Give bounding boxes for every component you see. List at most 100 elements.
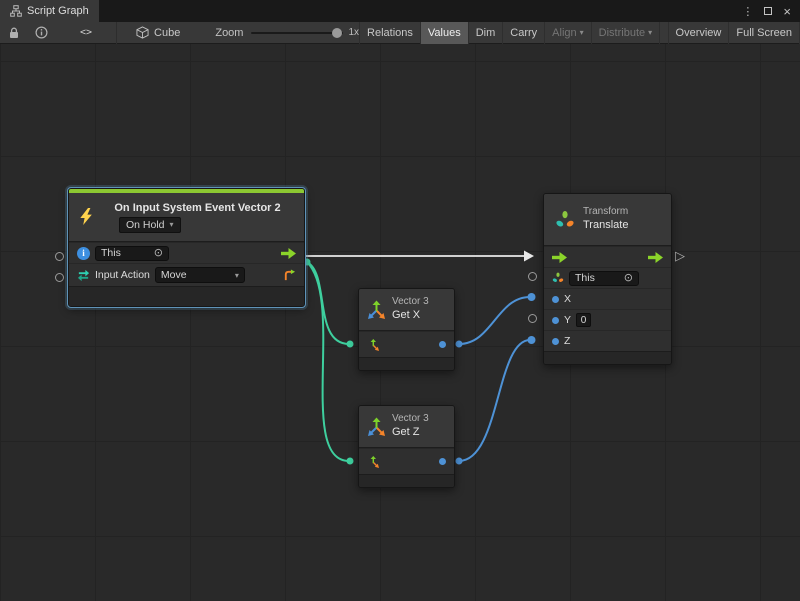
node-get-z[interactable]: Vector 3 Get Z <box>358 405 455 488</box>
relations-button[interactable]: Relations <box>359 22 420 44</box>
node-title: On Input System Event Vector 2 <box>99 202 296 214</box>
event-mode-value: On Hold <box>126 219 165 231</box>
translate-z-row: Z <box>544 330 671 351</box>
event-node-header: On Input System Event Vector 2 On Hold ▾ <box>69 193 304 242</box>
close-icon[interactable]: × <box>783 5 791 18</box>
target-picker-icon[interactable]: ⊙ <box>624 273 633 284</box>
x-port-label: X <box>564 293 571 305</box>
y-value-field[interactable]: 0 <box>576 313 591 327</box>
maximize-icon[interactable] <box>764 7 772 15</box>
node-on-input-system-event-vector2[interactable]: On Input System Event Vector 2 On Hold ▾… <box>68 188 305 307</box>
event-input-action-port[interactable] <box>55 273 64 282</box>
value-output-port[interactable] <box>439 458 446 465</box>
distribute-dropdown[interactable]: Distribute ▾ <box>591 22 660 44</box>
zoom-value: 1x <box>348 27 359 38</box>
node-title: Get Z <box>392 426 429 440</box>
getz-input-dot[interactable] <box>347 458 354 465</box>
node-footer <box>544 351 671 364</box>
zoom-slider[interactable] <box>251 22 343 44</box>
wire-flow-arrowhead <box>524 251 534 262</box>
this-label: This <box>575 272 595 284</box>
event-this-field[interactable]: This ⊙ <box>95 246 169 261</box>
chevron-down-icon: ▾ <box>170 220 174 229</box>
wire-getz-to-translate-z[interactable] <box>459 340 530 461</box>
align-dropdown[interactable]: Align ▾ <box>544 22 590 44</box>
event-mode-dropdown[interactable]: On Hold ▾ <box>119 217 181 233</box>
more-menu-icon[interactable]: ⋮ <box>742 5 753 18</box>
tab-script-graph[interactable]: Script Graph <box>0 0 99 22</box>
translate-z-port[interactable] <box>528 336 536 344</box>
fullscreen-button[interactable]: Full Screen <box>728 22 800 44</box>
flow-input-port-icon[interactable] <box>552 252 567 263</box>
cube-icon <box>136 26 149 39</box>
wire-vector2-to-getx[interactable] <box>307 262 349 344</box>
getx-header-text: Vector 3 Get X <box>392 296 429 322</box>
dim-button[interactable]: Dim <box>468 22 503 44</box>
tab-title: Script Graph <box>27 5 89 17</box>
zoom-slider-knob[interactable] <box>332 28 342 38</box>
event-this-port[interactable] <box>55 252 64 261</box>
node-category: Transform <box>583 206 628 219</box>
align-label: Align <box>552 27 576 39</box>
vector-input-port-icon[interactable] <box>367 456 379 468</box>
wire-getx-to-translate-x[interactable] <box>459 297 530 344</box>
value-output-port[interactable] <box>439 341 446 348</box>
flow-continue-marker: ▷ <box>675 248 685 264</box>
event-this-row: i This ⊙ <box>69 242 304 263</box>
carry-button[interactable]: Carry <box>502 22 544 44</box>
node-title: Translate <box>583 219 628 233</box>
translate-flow-row <box>544 246 671 267</box>
vector2-value-port-icon[interactable] <box>283 269 296 282</box>
y-port-label: Y <box>564 314 571 326</box>
code-view-icon[interactable]: <> <box>76 22 96 44</box>
translate-x-row: X <box>544 288 671 309</box>
getz-output-dot[interactable] <box>456 458 463 465</box>
event-header-text: On Input System Event Vector 2 On Hold ▾ <box>99 202 296 233</box>
y-input-port[interactable] <box>552 317 559 324</box>
tab-bar: Script Graph ⋮ × <box>0 0 800 22</box>
node-category: Vector 3 <box>392 413 429 426</box>
graph-canvas[interactable]: ▷ On Input System Event Vector 2 On Hold… <box>0 44 800 601</box>
getx-port-row <box>359 331 454 357</box>
flow-output-port-icon[interactable] <box>648 252 663 263</box>
translate-this-port[interactable] <box>528 272 537 281</box>
getx-input-dot[interactable] <box>347 341 354 348</box>
translate-header-text: Transform Translate <box>583 206 628 232</box>
getx-header: Vector 3 Get X <box>359 289 454 331</box>
target-object-name: Cube <box>154 27 180 39</box>
lock-icon[interactable] <box>5 22 23 44</box>
node-footer <box>359 357 454 370</box>
overview-button[interactable]: Overview <box>668 22 729 44</box>
getz-header: Vector 3 Get Z <box>359 406 454 448</box>
event-input-action-row: Input Action Move ▾ <box>69 263 304 286</box>
node-get-x[interactable]: Vector 3 Get X <box>358 288 455 371</box>
chevron-down-icon: ▾ <box>648 28 652 37</box>
translate-y-port[interactable] <box>528 314 537 323</box>
flow-output-port-icon[interactable] <box>281 248 296 259</box>
node-title: Get X <box>392 309 429 323</box>
zoom-slider-track[interactable] <box>251 32 343 34</box>
script-graph-window: Script Graph ⋮ × <> <box>0 0 800 601</box>
info-icon: i <box>77 247 90 260</box>
input-action-value: Move <box>161 269 187 281</box>
translate-this-field[interactable]: This ⊙ <box>569 271 639 286</box>
z-input-port[interactable] <box>552 338 559 345</box>
getz-port-row <box>359 448 454 474</box>
node-transform-translate[interactable]: Transform Translate <box>543 193 672 365</box>
graph-target-button[interactable]: Cube <box>131 22 185 44</box>
wire-vector2-to-getz[interactable] <box>307 262 349 461</box>
translate-x-port[interactable] <box>528 293 536 301</box>
target-picker-icon[interactable]: ⊙ <box>154 248 163 259</box>
transform-icon <box>555 210 575 230</box>
lightning-bolt-icon <box>79 208 93 226</box>
values-button[interactable]: Values <box>420 22 468 44</box>
graph-toolbar: <> Cube Zoom 1x Relations Values Dim Car… <box>0 22 800 44</box>
vector-input-port-icon[interactable] <box>367 339 379 351</box>
input-action-dropdown[interactable]: Move ▾ <box>155 267 245 283</box>
info-icon[interactable] <box>31 22 52 44</box>
getx-output-dot[interactable] <box>456 341 463 348</box>
transform-mini-icon <box>552 272 564 284</box>
x-input-port[interactable] <box>552 296 559 303</box>
translate-y-row: Y 0 <box>544 309 671 330</box>
window-controls: ⋮ × <box>742 0 800 22</box>
